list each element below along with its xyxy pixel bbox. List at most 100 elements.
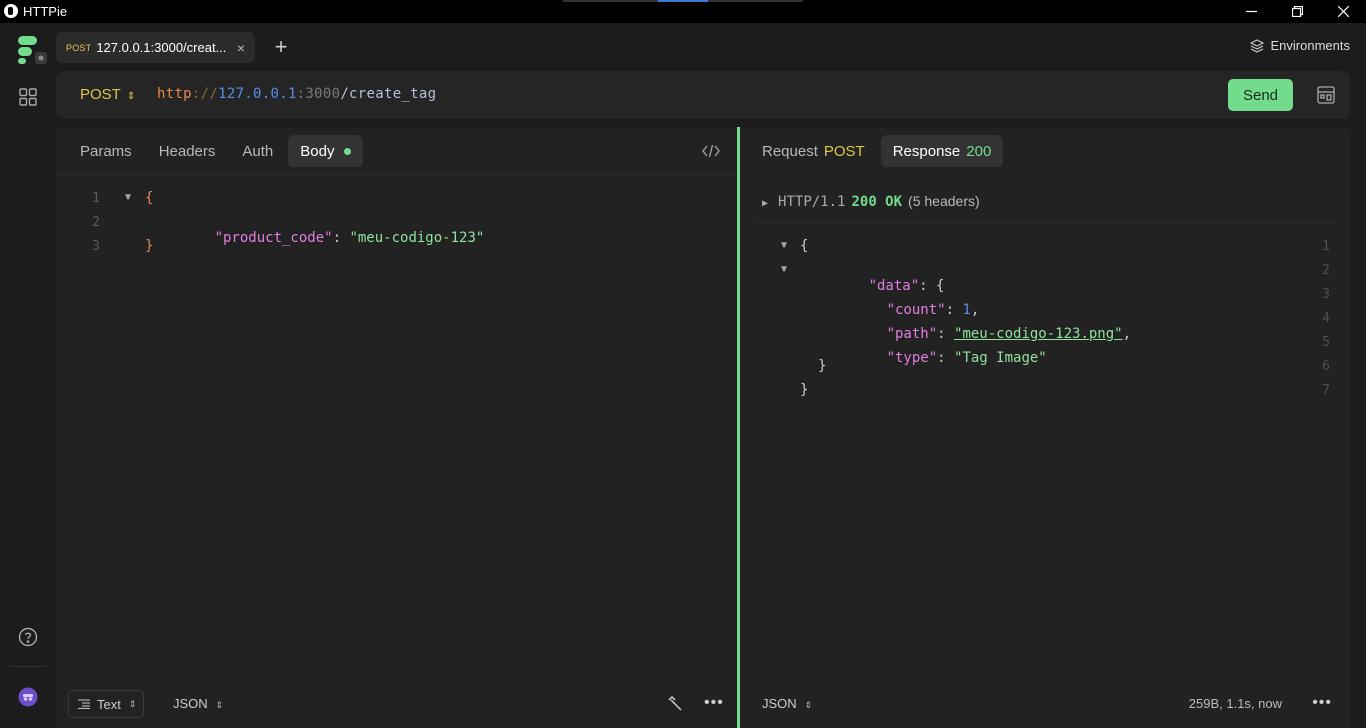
layers-icon bbox=[1249, 38, 1264, 53]
select-arrows-icon: ⇕ bbox=[804, 700, 813, 710]
json-brace: } bbox=[818, 358, 827, 374]
request-divider bbox=[56, 174, 737, 175]
tab-label: 127.0.0.1:3000/creat... bbox=[96, 40, 227, 55]
response-line: } 7 bbox=[740, 379, 1350, 403]
tab-headers[interactable]: Headers bbox=[147, 135, 228, 167]
headers-count: (5 headers) bbox=[908, 193, 980, 209]
select-arrows-icon: ⇕ bbox=[215, 700, 224, 710]
httpie-logo-icon[interactable] bbox=[17, 35, 47, 65]
body-line: 2 "product_code": "meu-codigo-123" bbox=[56, 211, 737, 246]
url-input[interactable]: http://127.0.0.1:3000/create_tag bbox=[157, 86, 436, 102]
tab-response[interactable]: Response 200 bbox=[880, 135, 1004, 167]
close-window-button[interactable] bbox=[1320, 0, 1366, 23]
window-drag-indicator bbox=[563, 0, 803, 2]
select-arrows-icon: ⇕ bbox=[128, 698, 137, 709]
response-format-label: JSON bbox=[762, 696, 797, 711]
more-options-icon[interactable]: ••• bbox=[704, 694, 724, 712]
url-bar: POST ⇕ http://127.0.0.1:3000/create_tag S… bbox=[56, 71, 1350, 119]
user-avatar-icon[interactable] bbox=[18, 687, 38, 707]
response-line: "type": "Tag Image" 5 bbox=[740, 331, 1350, 366]
select-arrows-icon: ⇕ bbox=[126, 91, 136, 102]
url-protocol: http bbox=[157, 86, 192, 102]
code-view-icon[interactable] bbox=[702, 143, 720, 159]
wrench-icon[interactable] bbox=[668, 696, 684, 712]
httpie-app-icon bbox=[4, 4, 18, 18]
expand-headers-icon[interactable]: ▶ bbox=[762, 198, 768, 209]
response-divider bbox=[756, 222, 1336, 223]
line-number: 1 bbox=[1322, 239, 1330, 254]
response-tab-label: Response bbox=[892, 142, 961, 160]
more-options-icon[interactable]: ••• bbox=[1312, 694, 1332, 712]
collections-grid-icon[interactable] bbox=[18, 87, 38, 107]
request-tab-bar: POST 127.0.0.1:3000/creat... × + Environ… bbox=[56, 23, 1366, 71]
url-separator: :// bbox=[191, 86, 219, 102]
response-footer: JSON ⇕ 259B, 1.1s, now ••• bbox=[762, 690, 1350, 718]
body-line: 3 } bbox=[56, 235, 737, 259]
response-line: ▼ "data": { 2 bbox=[740, 259, 1350, 294]
tab-method-badge: POST bbox=[66, 42, 92, 53]
environments-label: Environments bbox=[1270, 38, 1350, 53]
minimize-button[interactable] bbox=[1228, 0, 1274, 23]
body-line: 1 ▼ { bbox=[56, 187, 737, 211]
http-protocol: HTTP/1.1 bbox=[778, 194, 846, 210]
sidebar-divider bbox=[10, 666, 46, 667]
help-icon[interactable] bbox=[18, 627, 38, 647]
restore-icon bbox=[1291, 6, 1303, 17]
body-indicator-dot bbox=[344, 147, 352, 155]
response-status-line[interactable]: ▶ HTTP/1.1 200 OK (5 headers) bbox=[762, 193, 980, 210]
tab-close-icon[interactable]: × bbox=[237, 40, 245, 56]
json-brace: } bbox=[800, 382, 809, 398]
json-brace: } bbox=[145, 238, 154, 254]
line-number: 4 bbox=[1322, 311, 1330, 326]
request-tab-method: POST bbox=[823, 142, 865, 160]
request-pane: Params Headers Auth Body 1 ▼ { 2 "produc… bbox=[56, 127, 737, 728]
minimize-icon bbox=[1245, 10, 1257, 13]
fold-toggle-icon[interactable]: ▼ bbox=[125, 192, 131, 203]
request-tab-label: Request bbox=[762, 142, 818, 160]
fold-toggle-icon[interactable]: ▼ bbox=[781, 240, 787, 251]
response-line: "count": 1, 3 bbox=[740, 283, 1350, 318]
text-format-select[interactable]: Text ⇕ bbox=[68, 690, 144, 718]
request-footer: Text ⇕ JSON ⇕ ••• bbox=[68, 690, 737, 718]
new-tab-button[interactable]: + bbox=[270, 36, 292, 58]
response-format-select[interactable]: JSON ⇕ bbox=[762, 696, 812, 711]
environments-button[interactable]: Environments bbox=[1249, 38, 1350, 53]
response-pane: Request POST Response 200 ▶ HTTP/1.1 200 O… bbox=[740, 127, 1350, 728]
url-port: :3000 bbox=[296, 86, 341, 102]
json-brace: { bbox=[800, 238, 809, 254]
fold-toggle-icon[interactable]: ▼ bbox=[781, 264, 787, 275]
close-icon bbox=[1337, 6, 1349, 17]
body-type-label: JSON bbox=[173, 696, 208, 711]
line-number: 1 bbox=[92, 191, 100, 206]
line-number: 3 bbox=[1322, 287, 1330, 302]
text-format-label: Text bbox=[97, 696, 121, 712]
layout-toggle-icon[interactable] bbox=[1316, 85, 1336, 105]
request-tabs: Params Headers Auth Body bbox=[68, 135, 366, 167]
method-value: POST bbox=[80, 86, 121, 103]
http-status: 200 OK bbox=[851, 194, 903, 210]
tab-body[interactable]: Body bbox=[288, 135, 364, 167]
body-type-select[interactable]: JSON ⇕ bbox=[173, 696, 223, 711]
tab-request-preview[interactable]: Request POST bbox=[750, 135, 877, 167]
line-number: 2 bbox=[92, 215, 100, 230]
tab-auth[interactable]: Auth bbox=[230, 135, 285, 167]
response-line: } 6 bbox=[740, 355, 1350, 379]
line-number: 3 bbox=[92, 239, 100, 254]
line-number: 6 bbox=[1322, 359, 1330, 374]
line-number: 5 bbox=[1322, 335, 1330, 350]
text-format-icon bbox=[78, 699, 90, 709]
line-number: 7 bbox=[1322, 383, 1330, 398]
url-host: 127.0.0.1 bbox=[218, 86, 297, 102]
response-meta: 259B, 1.1s, now bbox=[1188, 696, 1282, 711]
tab-params[interactable]: Params bbox=[68, 135, 144, 167]
send-button[interactable]: Send bbox=[1228, 79, 1293, 111]
restore-button[interactable] bbox=[1274, 0, 1320, 23]
request-tab[interactable]: POST 127.0.0.1:3000/creat... × bbox=[56, 32, 255, 63]
response-line: ▼ { 1 bbox=[740, 235, 1350, 259]
window-title: HTTPie bbox=[23, 4, 68, 19]
method-select[interactable]: POST ⇕ bbox=[80, 86, 135, 103]
url-path: /create_tag bbox=[340, 86, 437, 102]
json-brace: { bbox=[145, 190, 154, 206]
window-titlebar: HTTPie bbox=[0, 0, 1366, 23]
line-number: 2 bbox=[1322, 263, 1330, 278]
